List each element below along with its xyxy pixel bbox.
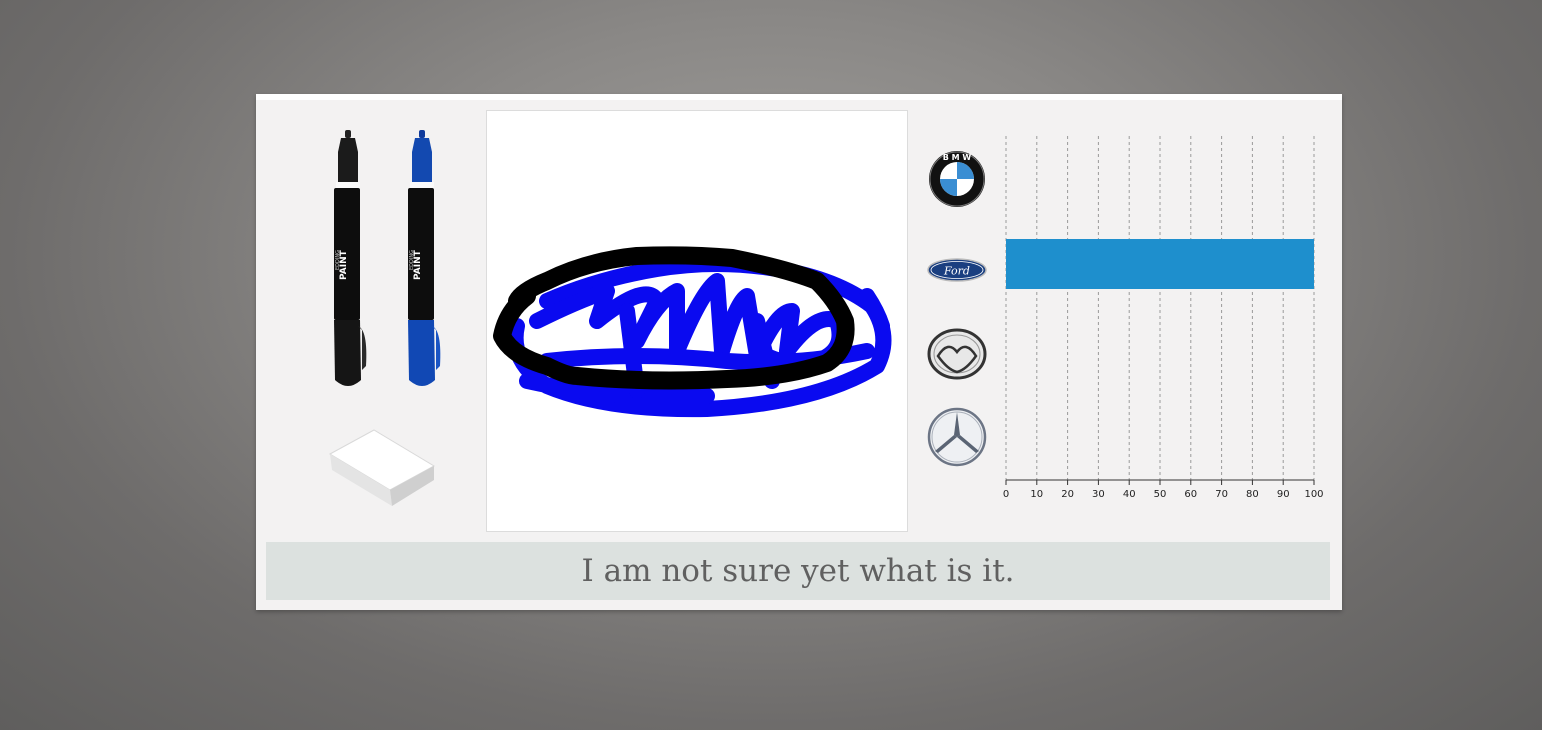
x-tick-label-40: 40	[1123, 489, 1136, 500]
x-tick-label-90: 90	[1277, 489, 1290, 500]
x-tick-label-30: 30	[1092, 489, 1105, 500]
x-tick-label-0: 0	[1003, 489, 1009, 500]
prediction-message: I am not sure yet what is it.	[266, 542, 1330, 600]
main-panel: PAINT EDDING PAINT EDDING B M W Ford 0 1…	[256, 94, 1342, 610]
prediction-chart: 0 10 20 30 40 50 60 70 80 90 100	[1003, 136, 1324, 500]
x-tick-label-70: 70	[1215, 489, 1228, 500]
x-tick-label-20: 20	[1061, 489, 1074, 500]
x-tick-label-50: 50	[1154, 489, 1167, 500]
x-tick-label-80: 80	[1246, 489, 1259, 500]
x-tick-label-100: 100	[1304, 489, 1323, 500]
bar-ford	[1006, 239, 1314, 289]
x-tick-label-60: 60	[1184, 489, 1197, 500]
x-tick-label-10: 10	[1030, 489, 1043, 500]
